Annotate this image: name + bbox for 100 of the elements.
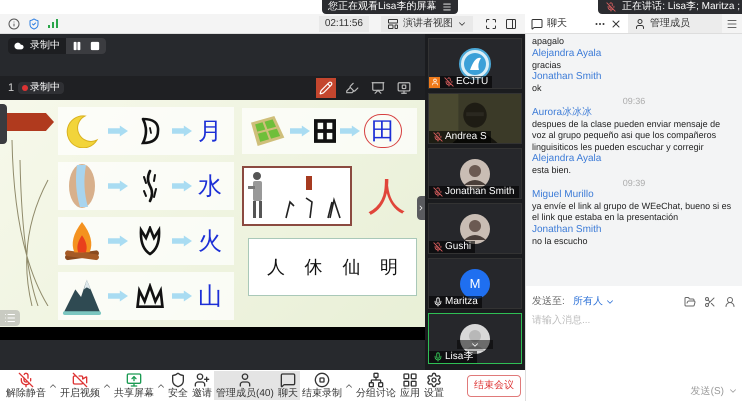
- add-user-icon: [194, 372, 210, 388]
- highlighter-icon: [345, 81, 359, 95]
- close-icon[interactable]: [610, 18, 622, 30]
- participant-name-label: ECJTU: [440, 76, 492, 88]
- avatar-icon: [460, 214, 490, 244]
- page-number: 1: [8, 80, 14, 96]
- toolbar-button[interactable]: 邀请: [190, 371, 214, 400]
- timestamp: 09:36: [622, 94, 646, 106]
- chat-icon: [280, 372, 296, 388]
- monitor-icon: [397, 81, 411, 95]
- folder-icon[interactable]: [684, 296, 696, 308]
- hierarchy-icon: [368, 372, 384, 388]
- user-icon: [236, 372, 253, 388]
- user-icon[interactable]: [724, 296, 736, 308]
- avatar-initial: M: [460, 268, 490, 298]
- chat-message: esta bien.: [532, 165, 572, 176]
- chinese-character: 月: [198, 119, 222, 144]
- cloud-icon: [14, 41, 24, 51]
- chat-message: ya envíe el link al grupo de WEeChat, bueno si es el link que estaba en la presentación: [532, 200, 732, 224]
- screenshot-icon[interactable]: [704, 296, 716, 308]
- arrow-icon: [108, 125, 128, 138]
- chat-message: no la escucho: [532, 236, 589, 247]
- signal-icon[interactable]: [48, 19, 58, 28]
- campfire-icon: [63, 220, 101, 262]
- panel-tab[interactable]: 聊天: [525, 14, 628, 33]
- view-mode-dropdown[interactable]: 演讲者视图: [381, 16, 473, 32]
- banner-text: 您正在观看Lisa李的屏幕: [328, 1, 436, 13]
- stop-icon[interactable]: [90, 41, 100, 51]
- participant-name-label: Gushi: [429, 241, 476, 253]
- toolbar-button[interactable]: 结束录制: [300, 371, 344, 400]
- sender-name: Alejandra Ayala: [532, 153, 602, 165]
- toolbar-button[interactable]: 安全: [166, 371, 190, 400]
- scroll-down-button[interactable]: [457, 340, 493, 349]
- moon-icon: [65, 114, 99, 148]
- info-icon[interactable]: [8, 18, 20, 30]
- participant-name-label: Andrea S: [429, 131, 491, 143]
- avatar-icon: [460, 158, 490, 188]
- panel-tab[interactable]: 管理成员: [628, 14, 722, 33]
- pause-icon[interactable]: [72, 41, 82, 51]
- annotation-tool[interactable]: [316, 78, 336, 98]
- arrow-icon: [290, 125, 310, 137]
- arrow-icon: [108, 234, 128, 247]
- pictograph-icon: [314, 119, 336, 143]
- sender-name: Aurora冰冰冰: [532, 106, 594, 118]
- timestamp: 09:39: [622, 176, 646, 188]
- fullscreen-icon[interactable]: [485, 18, 497, 30]
- sender-name: Jonathan Smith: [532, 71, 602, 83]
- sender-name: Alejandra Ayala: [532, 48, 602, 60]
- chinese-character: 人: [266, 256, 285, 278]
- grid-icon: [402, 372, 418, 388]
- expand-tab[interactable]: [417, 196, 425, 220]
- sender-name: Miguel Murillo: [532, 188, 595, 200]
- waterfall-icon: [68, 163, 96, 210]
- arrow-icon: [172, 125, 192, 138]
- participant-name-label: Maritza: [429, 296, 482, 308]
- chinese-character: 山: [198, 284, 222, 308]
- recipient-dropdown[interactable]: 所有人: [572, 294, 615, 309]
- meeting-timer: 02:11:56: [318, 16, 369, 32]
- chat-message: apagalo: [532, 36, 566, 48]
- toolbar-button[interactable]: 解除静音: [4, 371, 48, 400]
- muted-mic-icon: [606, 2, 616, 12]
- side-panel-icon[interactable]: [505, 18, 517, 30]
- share-screen-icon: [126, 372, 142, 388]
- chat-message: gracias: [532, 60, 562, 71]
- chat-message: despues de la clase pueden enviar mensaje de voz al grupo pequeño asi que los compañeros linguisiticos les pueden escuchar y corregir: [532, 118, 722, 153]
- muted-mic-icon: [18, 372, 34, 388]
- toolbar-button[interactable]: 聊天: [276, 371, 300, 400]
- stop-icon: [314, 372, 330, 388]
- toolbar-button[interactable]: 分组讨论: [354, 371, 398, 400]
- pictograph-icon: [139, 116, 161, 146]
- recording-badge: 录制中: [18, 82, 64, 94]
- chinese-character: 明: [380, 256, 398, 278]
- pencil-icon: [319, 81, 333, 95]
- participant-name-label: Lisa李: [429, 351, 478, 363]
- chinese-character: 田: [364, 114, 402, 148]
- recording-label: 录制中: [30, 40, 60, 52]
- toolbar-button[interactable]: 设置: [422, 371, 446, 400]
- toolbar-button[interactable]: 管理成员(40): [214, 371, 276, 400]
- user-icon: [634, 18, 646, 30]
- shield-icon: [170, 372, 186, 388]
- handwritten-character: 人: [368, 177, 406, 215]
- arrow-icon: [108, 290, 128, 302]
- arrow-icon: [340, 125, 360, 137]
- arrow-icon: [172, 290, 192, 302]
- chinese-character: 火: [198, 228, 222, 253]
- collapse-tab[interactable]: [0, 104, 7, 144]
- settings-icon: [426, 372, 442, 388]
- send-to-label: 发送至:: [532, 295, 565, 309]
- toolbar-button[interactable]: 开启视频: [58, 371, 102, 400]
- toolbar-button[interactable]: 应用: [398, 371, 422, 400]
- menu-icon[interactable]: [442, 2, 452, 12]
- security-shield-icon[interactable]: [28, 18, 40, 30]
- end-meeting-button[interactable]: 结束会议: [467, 374, 521, 396]
- sender-name: Jonathan Smith: [532, 224, 602, 236]
- pictograph-icon: [134, 282, 166, 309]
- message-input[interactable]: 请输入消息...: [526, 309, 742, 381]
- speaking-text: 正在讲话: Lisa李; Maritza ;: [622, 1, 740, 13]
- toolbar-button[interactable]: 共享屏幕: [112, 371, 156, 400]
- pictograph-icon: [138, 226, 162, 256]
- arrow-icon: [108, 180, 128, 192]
